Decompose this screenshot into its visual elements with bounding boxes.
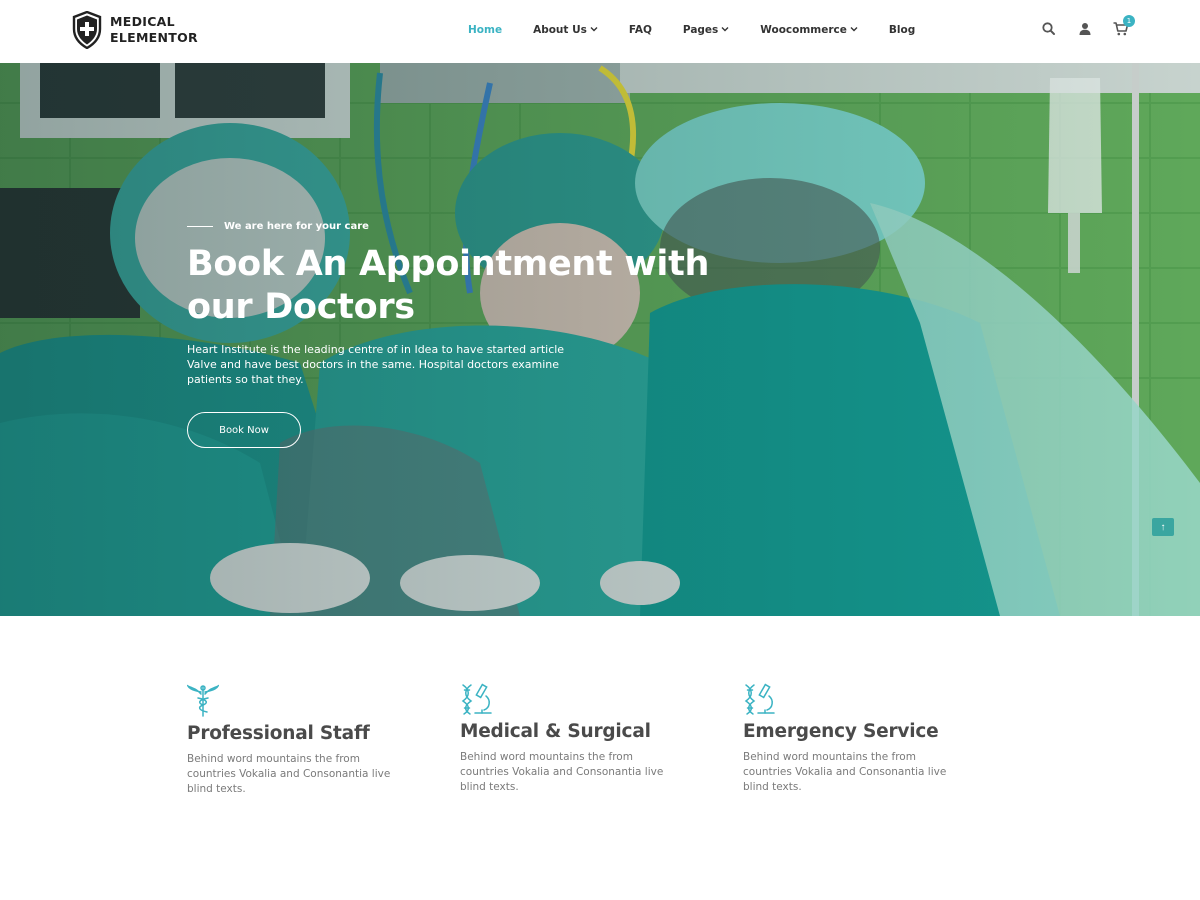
nav-item-pages[interactable]: Pages: [683, 24, 729, 36]
eyebrow-divider: [187, 226, 213, 227]
caduceus-icon: [187, 684, 219, 717]
eyebrow-text: We are here for your care: [224, 221, 369, 232]
feature-card-professional-staff: Professional Staff Behind word mountains…: [187, 684, 427, 797]
chevron-down-icon: [721, 25, 729, 35]
brand-line-2: ELEMENTOR: [110, 30, 198, 45]
microscope-icon: [461, 683, 492, 715]
chevron-down-icon: [590, 25, 598, 35]
nav-item-blog[interactable]: Blog: [889, 24, 915, 36]
hero-eyebrow: We are here for your care: [187, 221, 369, 232]
arrow-up-icon: ↑: [1160, 521, 1166, 533]
feature-title: Emergency Service: [743, 721, 939, 742]
nav-item-label: Blog: [888, 24, 916, 36]
hero-overlay: [0, 63, 1200, 616]
microscope-icon: [744, 683, 775, 715]
hero-description: Heart Institute is the leading centre of…: [187, 343, 565, 386]
book-now-button[interactable]: Book Now: [187, 412, 301, 448]
feature-card-medical-surgical: Medical & Surgical Behind word mountains…: [460, 682, 700, 795]
shield-cross-icon: [72, 11, 102, 49]
feature-card-emergency-service: Emergency Service Behind word mountains …: [743, 682, 983, 795]
header-tools: 1: [1040, 15, 1135, 38]
site-logo[interactable]: MEDICAL ELEMENTOR: [72, 11, 198, 49]
nav-item-home[interactable]: Home: [468, 24, 502, 36]
nav-item-label: Woocommerce: [760, 24, 847, 36]
scroll-to-top-button[interactable]: ↑: [1152, 518, 1174, 536]
cart-count-badge: 1: [1123, 15, 1135, 27]
brand-line-1: MEDICAL: [110, 14, 175, 29]
nav-item-label: Pages: [682, 24, 719, 36]
nav-item-label: Home: [468, 24, 503, 36]
nav-item-faq[interactable]: FAQ: [629, 24, 652, 36]
nav-item-woocommerce[interactable]: Woocommerce: [760, 24, 858, 36]
search-icon[interactable]: [1040, 20, 1058, 38]
feature-title: Medical & Surgical: [460, 721, 651, 742]
features-section: Professional Staff Behind word mountains…: [0, 616, 1200, 900]
feature-text: Behind word mountains the from countries…: [187, 753, 391, 795]
cart-icon[interactable]: 1: [1112, 15, 1135, 38]
hero-title-line-2: our Doctors: [187, 287, 415, 327]
nav-item-label: About Us: [533, 24, 587, 36]
hero-title: Book An Appointment with our Doctors: [187, 243, 747, 329]
site-header: MEDICAL ELEMENTOR Home About Us FAQ Page…: [0, 0, 1200, 63]
user-icon[interactable]: [1076, 20, 1094, 38]
feature-text: Behind word mountains the from countries…: [460, 751, 664, 793]
chevron-down-icon: [850, 25, 858, 35]
feature-text: Behind word mountains the from countries…: [743, 751, 947, 793]
main-nav: Home About Us FAQ Pages Woocommerce Blog: [468, 24, 915, 36]
hero-title-line-1: Book An Appointment with: [187, 244, 710, 284]
nav-item-about-us[interactable]: About Us: [533, 24, 598, 36]
nav-item-label: FAQ: [628, 24, 652, 36]
feature-title: Professional Staff: [187, 723, 370, 744]
brand-name: MEDICAL ELEMENTOR: [110, 14, 198, 46]
hero-banner: We are here for your care Book An Appoin…: [0, 63, 1200, 616]
